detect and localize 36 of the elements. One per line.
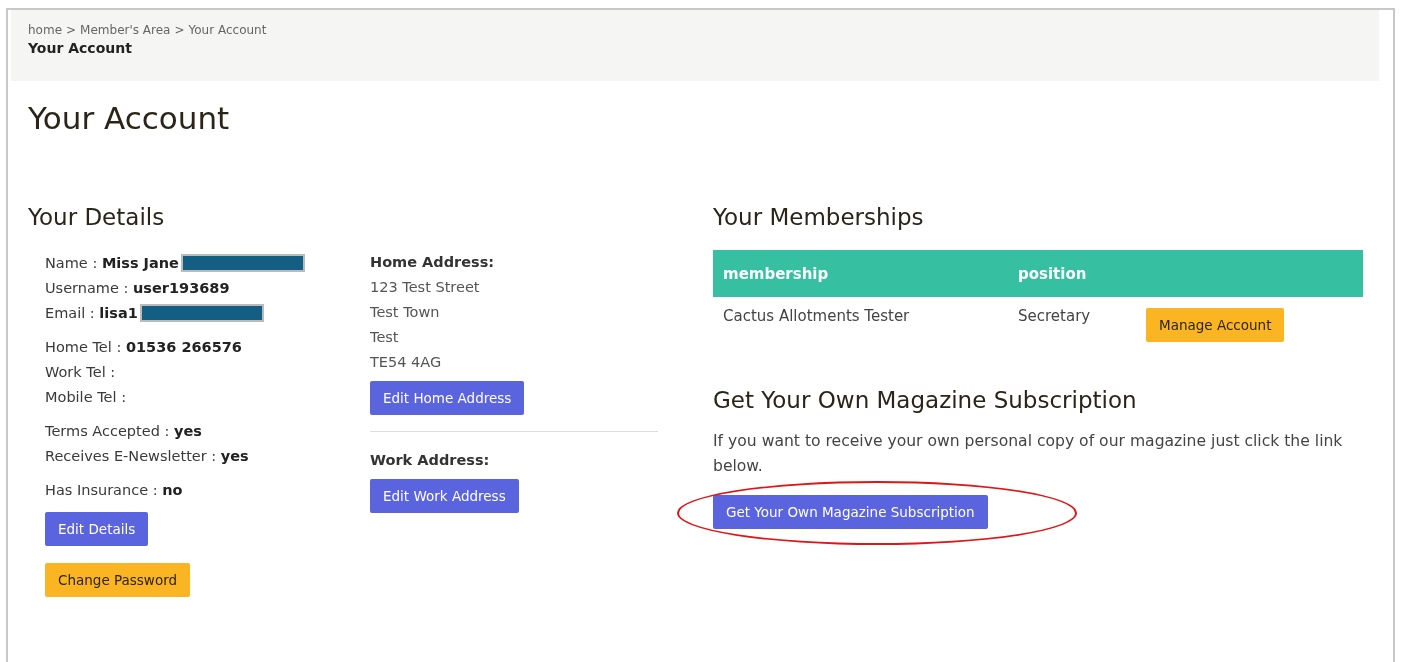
section-heading: Get Your Own Magazine Subscription	[713, 387, 1138, 413]
address-line: 123 Test Street	[370, 278, 481, 297]
section-heading: Your Details	[28, 204, 166, 230]
address-line: TE54 4AG	[370, 353, 443, 372]
description-text: If you want to receive your own personal copy of our magazine just click the link below.	[713, 431, 1344, 477]
detail-field: Username : user193689	[45, 279, 230, 296]
breadcrumb-link[interactable]: Your Account	[188, 23, 267, 37]
breadcrumb-separator: >	[174, 23, 185, 37]
action-button[interactable]: Change Password	[45, 563, 191, 597]
detail-field: Work Tel :	[45, 363, 116, 380]
subscription-button[interactable]: Get Your Own Magazine Subscription	[713, 495, 988, 529]
address-line: Test	[370, 328, 400, 347]
breadcrumb-separator: >	[66, 23, 77, 37]
detail-field: Terms Accepted : yes	[45, 422, 202, 439]
table-cell: Cactus Allotments Tester	[713, 297, 1008, 347]
section-heading: Your Memberships	[713, 204, 925, 230]
address-line: Test Town	[370, 303, 441, 322]
detail-field: Receives E-Newsletter : yes	[45, 447, 249, 464]
detail-field: Mobile Tel :	[45, 388, 126, 405]
breadcrumb-link[interactable]: Member's Area	[80, 23, 171, 37]
address-heading: Work Address:	[370, 451, 491, 470]
detail-field: Email : lisa1	[45, 304, 138, 321]
breadcrumb-current: Your Account	[28, 40, 133, 56]
manage-account-button[interactable]: Manage Account	[1146, 308, 1285, 342]
detail-field: Home Tel : 01536 266576	[45, 338, 242, 355]
column-header: position	[1008, 250, 1136, 297]
table-cell: Secretary	[1008, 297, 1136, 347]
action-button[interactable]: Edit Details	[45, 512, 149, 546]
address-heading: Home Address:	[370, 253, 496, 272]
edit-address-button[interactable]: Edit Home Address	[370, 381, 525, 415]
edit-address-button[interactable]: Edit Work Address	[370, 479, 519, 513]
page-title: Your Account	[28, 100, 231, 136]
breadcrumb-link[interactable]: home	[28, 23, 63, 37]
detail-field: Has Insurance : no	[45, 481, 183, 498]
detail-field: Name : Miss Jane	[45, 254, 179, 271]
column-header: membership	[713, 250, 1008, 297]
